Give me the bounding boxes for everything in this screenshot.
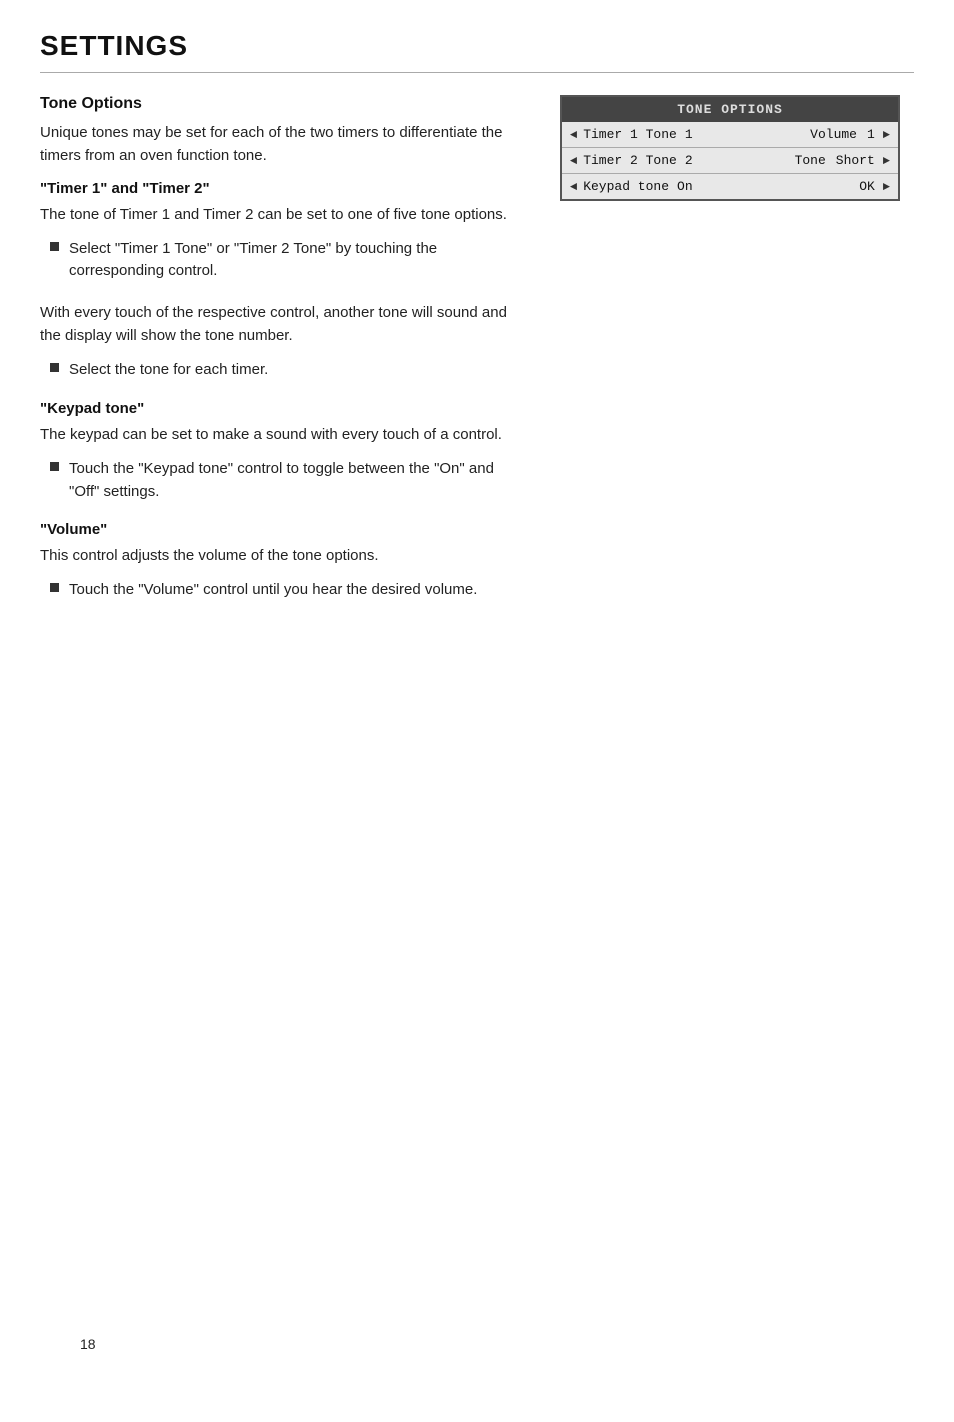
right-arrow-timer2: ► bbox=[883, 154, 890, 168]
bullet-text: Select "Timer 1 Tone" or "Timer 2 Tone" … bbox=[69, 238, 520, 283]
keypad-body: The keypad can be set to make a sound wi… bbox=[40, 423, 520, 446]
bullet-icon bbox=[50, 583, 59, 592]
tone-options-header: TONE OPTIONS bbox=[562, 97, 898, 122]
touch-subsection: With every touch of the respective contr… bbox=[40, 301, 520, 382]
bullet-item: Select the tone for each timer. bbox=[40, 359, 520, 382]
timer2-label: Timer 2 Tone bbox=[583, 153, 677, 168]
left-column: Tone Options Unique tones may be set for… bbox=[40, 95, 520, 620]
volume-body: This control adjusts the volume of the t… bbox=[40, 544, 520, 567]
bullet-item: Touch the "Volume" control until you hea… bbox=[40, 579, 520, 602]
content-area: Tone Options Unique tones may be set for… bbox=[40, 95, 914, 620]
right-arrow-timer1: ► bbox=[883, 128, 890, 142]
left-arrow-timer2: ◄ bbox=[570, 154, 577, 168]
timer1-label: Timer 1 Tone bbox=[583, 127, 677, 142]
section-heading: Tone Options bbox=[40, 95, 520, 113]
timer-subsection: "Timer 1" and "Timer 2" The tone of Time… bbox=[40, 180, 520, 283]
bullet-icon bbox=[50, 363, 59, 372]
keypad-heading: "Keypad tone" bbox=[40, 400, 520, 417]
volume-subsection: "Volume" This control adjusts the volume… bbox=[40, 521, 520, 602]
page-title: SETTINGS bbox=[40, 30, 914, 62]
touch-body: With every touch of the respective contr… bbox=[40, 301, 520, 348]
bullet-text: Touch the "Volume" control until you hea… bbox=[69, 579, 477, 602]
left-arrow-keypad: ◄ bbox=[570, 180, 577, 194]
right-arrow-keypad: ► bbox=[883, 180, 890, 194]
bullet-icon bbox=[50, 462, 59, 471]
timer-heading: "Timer 1" and "Timer 2" bbox=[40, 180, 520, 197]
keypad-ok-value: OK bbox=[859, 179, 875, 194]
bullet-text: Touch the "Keypad tone" control to toggl… bbox=[69, 458, 520, 503]
keypad-subsection: "Keypad tone" The keypad can be set to m… bbox=[40, 400, 520, 503]
tone-options-panel: TONE OPTIONS ◄ Timer 1 Tone 1 Volume 1 ► bbox=[560, 95, 900, 201]
bullet-icon bbox=[50, 242, 59, 251]
bullet-item: Select "Timer 1 Tone" or "Timer 2 Tone" … bbox=[40, 238, 520, 283]
tone-row-left-timer2: ◄ Timer 2 Tone 2 bbox=[570, 153, 710, 168]
keypad-value: On bbox=[677, 179, 693, 194]
timer2-param-value: Short bbox=[836, 153, 875, 168]
left-arrow-timer1: ◄ bbox=[570, 128, 577, 142]
tone-row-timer1[interactable]: ◄ Timer 1 Tone 1 Volume 1 ► bbox=[562, 122, 898, 148]
page-number: 18 bbox=[80, 1336, 96, 1352]
timer-body: The tone of Timer 1 and Timer 2 can be s… bbox=[40, 203, 520, 226]
tone-row-keypad[interactable]: ◄ Keypad tone On OK ► bbox=[562, 174, 898, 199]
tone-row-timer2[interactable]: ◄ Timer 2 Tone 2 Tone Short ► bbox=[562, 148, 898, 174]
tone-row-left-keypad: ◄ Keypad tone On bbox=[570, 179, 710, 194]
timer1-param-label: Volume bbox=[810, 127, 857, 142]
intro-text: Unique tones may be set for each of the … bbox=[40, 121, 520, 168]
timer1-param-value: 1 bbox=[867, 127, 875, 142]
tone-row-right-timer1: Volume 1 ► bbox=[810, 127, 890, 142]
timer2-value: 2 bbox=[685, 153, 693, 168]
timer1-value: 1 bbox=[685, 127, 693, 142]
page-wrapper: SETTINGS Tone Options Unique tones may b… bbox=[40, 30, 914, 1382]
tone-row-left-timer1: ◄ Timer 1 Tone 1 bbox=[570, 127, 710, 142]
keypad-label: Keypad tone bbox=[583, 179, 669, 194]
title-divider bbox=[40, 72, 914, 73]
tone-row-right-keypad: OK ► bbox=[849, 179, 890, 194]
bullet-item: Touch the "Keypad tone" control to toggl… bbox=[40, 458, 520, 503]
volume-heading: "Volume" bbox=[40, 521, 520, 538]
bullet-text: Select the tone for each timer. bbox=[69, 359, 268, 382]
right-column: TONE OPTIONS ◄ Timer 1 Tone 1 Volume 1 ► bbox=[560, 95, 900, 201]
tone-row-right-timer2: Tone Short ► bbox=[795, 153, 890, 168]
timer2-param-label: Tone bbox=[795, 153, 826, 168]
